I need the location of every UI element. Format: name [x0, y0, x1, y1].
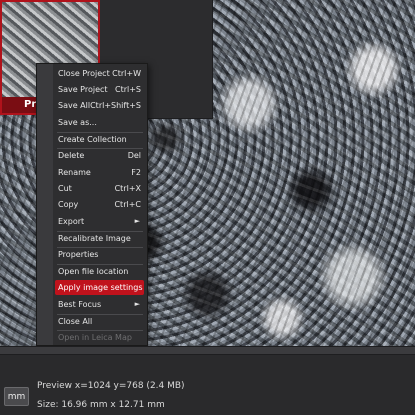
menu-item-cut[interactable]: Cut Ctrl+X	[55, 181, 144, 196]
menu-item-label: Export	[58, 217, 85, 226]
menu-item-label: Close Project	[58, 69, 110, 78]
menu-item-label: Save Project	[58, 85, 108, 94]
menu-item-label: Save All	[58, 101, 91, 110]
context-menu: Close Project Ctrl+W Save Project Ctrl+S…	[36, 63, 148, 346]
menu-item-label: Open file location	[58, 267, 129, 276]
menu-item-best-focus[interactable]: Best Focus ►	[55, 297, 144, 312]
status-bar: mm Preview x=1024 y=768 (2.4 MB) Size: 1…	[0, 355, 415, 415]
menu-item-label: Save as...	[58, 118, 97, 127]
menu-item-label: Copy	[58, 200, 79, 209]
menu-item-label: Open in Leica Map	[58, 333, 132, 342]
menu-item-delete[interactable]: Delete Del	[55, 148, 144, 163]
menu-item-shortcut: Ctrl+S	[114, 85, 141, 94]
menu-item-rename[interactable]: Rename F2	[55, 165, 144, 180]
preview-info: Preview x=1024 y=768 (2.4 MB)	[37, 381, 185, 391]
menu-item-close-all[interactable]: Close All	[55, 314, 144, 329]
menu-item-close-project[interactable]: Close Project Ctrl+W	[55, 66, 144, 81]
menu-icon-gutter	[37, 64, 53, 345]
menu-item-shortcut: Del	[127, 151, 141, 160]
menu-item-recalibrate-image[interactable]: Recalibrate Image	[55, 231, 144, 246]
menu-item-label: Rename	[58, 168, 91, 177]
menu-item-shortcut: Ctrl+C	[114, 200, 141, 209]
image-size-info: Size: 16.96 mm x 12.71 mm	[37, 400, 165, 410]
menu-item-label: Recalibrate Image	[58, 234, 131, 243]
menu-item-properties[interactable]: Properties	[55, 247, 144, 262]
menu-item-shortcut: F2	[131, 168, 141, 177]
horizontal-scrollbar[interactable]	[0, 346, 415, 355]
menu-item-label: Best Focus	[58, 300, 102, 309]
menu-item-shortcut: Ctrl+X	[114, 184, 141, 193]
menu-item-export[interactable]: Export ►	[55, 214, 144, 229]
menu-item-save-as[interactable]: Save as...	[55, 115, 144, 130]
menu-item-save-project[interactable]: Save Project Ctrl+S	[55, 82, 144, 97]
menu-item-label: Properties	[58, 250, 99, 259]
menu-item-open-file-location[interactable]: Open file location	[55, 264, 144, 279]
menu-item-copy[interactable]: Copy Ctrl+C	[55, 197, 144, 212]
menu-item-label: Apply image settings	[58, 283, 143, 292]
menu-item-label: Delete	[58, 151, 85, 160]
unit-toggle-button[interactable]: mm	[4, 387, 29, 406]
menu-item-shortcut: Ctrl+Shift+S	[90, 101, 141, 110]
menu-item-create-collection[interactable]: Create Collection	[55, 132, 144, 147]
menu-item-shortcut: Ctrl+W	[112, 69, 141, 78]
menu-item-label: Cut	[58, 184, 72, 193]
menu-item-label: Create Collection	[58, 135, 127, 144]
submenu-arrow-icon: ►	[134, 217, 140, 225]
submenu-arrow-icon: ►	[134, 300, 140, 308]
menu-item-label: Close All	[58, 317, 93, 326]
menu-item-apply-image-settings[interactable]: Apply image settings	[55, 280, 144, 295]
menu-item-open-in-leica-map: Open in Leica Map	[55, 330, 144, 345]
menu-item-save-all[interactable]: Save All Ctrl+Shift+S	[55, 98, 144, 113]
